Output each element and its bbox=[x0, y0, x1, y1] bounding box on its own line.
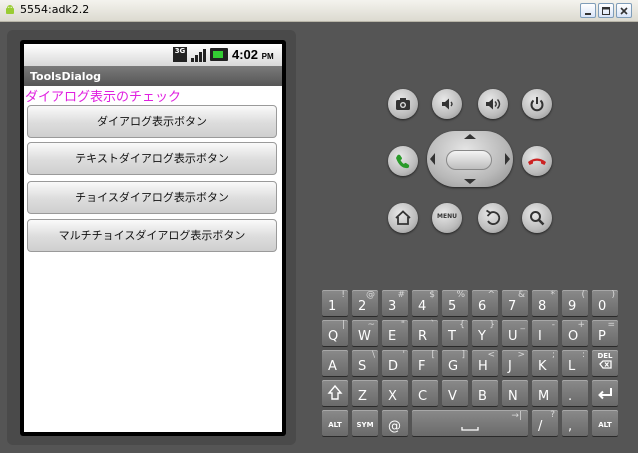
key-shift[interactable] bbox=[322, 380, 348, 406]
volume-down-button[interactable] bbox=[432, 89, 462, 119]
key-slash[interactable]: ? / bbox=[532, 410, 558, 436]
menu-icon: MENU bbox=[437, 213, 457, 220]
multi-choice-dialog-button[interactable]: マルチチョイスダイアログ表示ボタン bbox=[27, 219, 277, 252]
choice-dialog-button[interactable]: チョイスダイアログ表示ボタン bbox=[27, 181, 277, 214]
key-r[interactable]: ` R bbox=[412, 320, 438, 346]
key-delete[interactable]: DEL bbox=[592, 350, 618, 376]
maximize-icon bbox=[602, 7, 610, 15]
close-icon bbox=[620, 7, 628, 15]
device-screen[interactable]: 3G 4:02 PM ToolsDialog ダイアログ表示のチェック ダイアロ… bbox=[24, 44, 282, 432]
call-icon bbox=[396, 154, 410, 169]
back-icon bbox=[486, 209, 501, 225]
window-title: 5554:adk2.2 bbox=[20, 3, 90, 16]
key-a[interactable]: A bbox=[322, 350, 348, 376]
window-title-bar: 5554:adk2.2 bbox=[0, 0, 638, 22]
key-h[interactable]: < H bbox=[472, 350, 498, 376]
key-alt-right[interactable]: ALT bbox=[592, 410, 618, 436]
key-i[interactable]: -I bbox=[532, 320, 558, 346]
end-call-icon bbox=[528, 158, 546, 165]
home-icon bbox=[395, 210, 411, 225]
back-button[interactable] bbox=[478, 203, 508, 233]
key-p[interactable]: = P bbox=[592, 320, 618, 346]
menu-button[interactable]: MENU bbox=[432, 203, 462, 233]
key-1[interactable]: ! 1 bbox=[322, 290, 348, 316]
power-button[interactable] bbox=[522, 89, 552, 119]
enter-icon bbox=[598, 388, 612, 400]
key-f[interactable]: [F bbox=[412, 350, 438, 376]
key-3[interactable]: #3 bbox=[382, 290, 408, 316]
key-alt-left[interactable]: ALT bbox=[322, 410, 348, 436]
key-l[interactable]: :L bbox=[562, 350, 588, 376]
dpad-center-button[interactable] bbox=[446, 150, 492, 170]
search-button[interactable] bbox=[522, 203, 552, 233]
key-y[interactable]: } Y bbox=[472, 320, 498, 346]
key-j[interactable]: > J bbox=[502, 350, 528, 376]
close-button[interactable] bbox=[616, 3, 632, 18]
volume-down-icon bbox=[442, 98, 453, 110]
key-at[interactable]: @ bbox=[382, 410, 408, 436]
battery-icon bbox=[210, 48, 228, 61]
hardware-keyboard: ! 1 @2 #3 $4 % 5 ^ 6 & 7 * 8 (9 ) 0 | Q ~ W " E `… bbox=[319, 287, 621, 437]
key-s[interactable]: \ S bbox=[352, 350, 378, 376]
volume-up-icon bbox=[486, 98, 501, 110]
text-dialog-button[interactable]: テキストダイアログ表示ボタン bbox=[27, 142, 277, 175]
home-button[interactable] bbox=[388, 203, 418, 233]
key-c[interactable]: C bbox=[412, 380, 438, 406]
key-k[interactable]: ; K bbox=[532, 350, 558, 376]
app-title-bar: ToolsDialog bbox=[24, 66, 282, 86]
key-e[interactable]: " E bbox=[382, 320, 408, 346]
dialog-button[interactable]: ダイアログ表示ボタン bbox=[27, 105, 277, 138]
key-x[interactable]: X bbox=[382, 380, 408, 406]
key-n[interactable]: N bbox=[502, 380, 528, 406]
key-0[interactable]: ) 0 bbox=[592, 290, 618, 316]
key-q[interactable]: | Q bbox=[322, 320, 348, 346]
key-sym[interactable]: SYM bbox=[352, 410, 378, 436]
delete-icon bbox=[599, 360, 612, 369]
shift-icon bbox=[327, 384, 343, 400]
android-app-icon bbox=[6, 5, 14, 14]
end-call-button[interactable] bbox=[522, 146, 552, 176]
key-9[interactable]: (9 bbox=[562, 290, 588, 316]
call-button[interactable] bbox=[388, 146, 418, 176]
key-space[interactable]: →| bbox=[412, 410, 528, 436]
key-6[interactable]: ^ 6 bbox=[472, 290, 498, 316]
key-o[interactable]: + O bbox=[562, 320, 588, 346]
power-icon bbox=[530, 97, 544, 112]
key-period[interactable]: . bbox=[562, 380, 588, 406]
key-u[interactable]: _ U bbox=[502, 320, 528, 346]
status-bar: 3G 4:02 PM bbox=[24, 44, 282, 66]
signal-icon bbox=[191, 49, 206, 62]
maximize-button[interactable] bbox=[598, 3, 614, 18]
key-v[interactable]: V bbox=[442, 380, 468, 406]
key-z[interactable]: Z bbox=[352, 380, 378, 406]
volume-up-button[interactable] bbox=[478, 89, 508, 119]
key-2[interactable]: @2 bbox=[352, 290, 378, 316]
key-g[interactable]: ] G bbox=[442, 350, 468, 376]
camera-icon bbox=[396, 98, 410, 110]
minimize-button[interactable] bbox=[580, 3, 596, 18]
key-d[interactable]: ' D bbox=[382, 350, 408, 376]
space-icon bbox=[461, 427, 479, 431]
key-t[interactable]: {T bbox=[442, 320, 468, 346]
key-7[interactable]: & 7 bbox=[502, 290, 528, 316]
3g-icon: 3G bbox=[173, 47, 187, 62]
key-4[interactable]: $4 bbox=[412, 290, 438, 316]
key-5[interactable]: % 5 bbox=[442, 290, 468, 316]
key-8[interactable]: * 8 bbox=[532, 290, 558, 316]
camera-button[interactable] bbox=[388, 89, 418, 119]
page-heading: ダイアログ表示のチェック bbox=[25, 90, 182, 105]
status-time: 4:02 PM bbox=[232, 47, 274, 62]
search-icon bbox=[530, 211, 545, 226]
key-b[interactable]: B bbox=[472, 380, 498, 406]
key-comma[interactable]: , bbox=[562, 410, 588, 436]
minimize-icon bbox=[585, 13, 591, 15]
key-m[interactable]: M bbox=[532, 380, 558, 406]
key-w[interactable]: ~ W bbox=[352, 320, 378, 346]
key-enter[interactable] bbox=[592, 380, 618, 406]
